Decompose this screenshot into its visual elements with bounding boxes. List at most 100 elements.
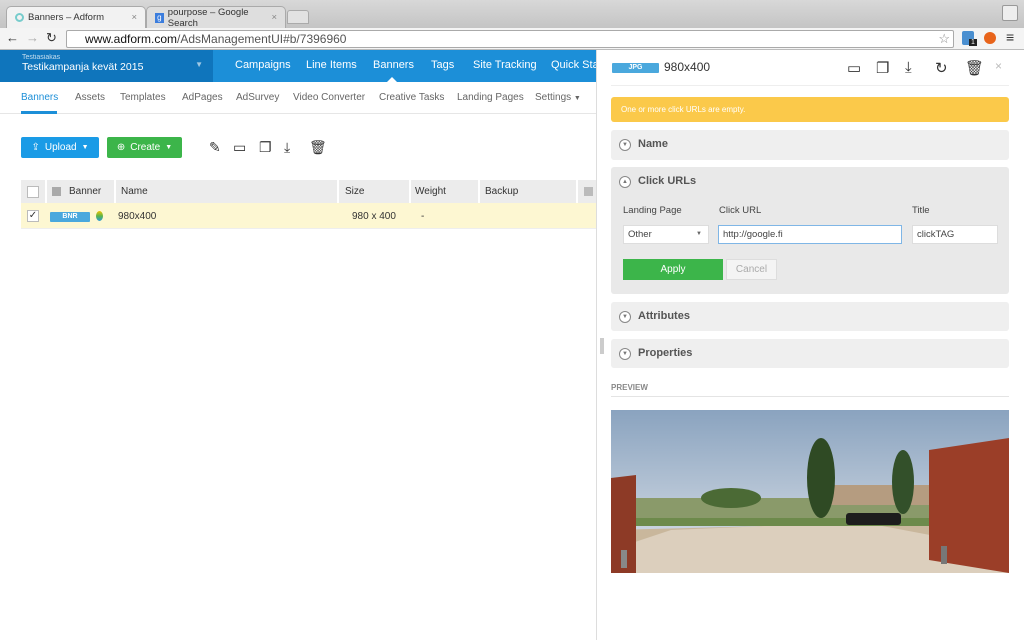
- trash-icon[interactable]: 🗑: [965, 59, 984, 77]
- settings-label: Settings: [535, 92, 572, 103]
- landing-page-value: Other: [628, 229, 652, 240]
- collapse-icon[interactable]: ▲: [619, 176, 631, 188]
- column-banner[interactable]: Banner: [69, 186, 101, 197]
- subnav-creative-tasks[interactable]: Creative Tasks: [379, 92, 444, 103]
- file-type-badge: JPG: [612, 63, 659, 73]
- sub-navigation: Banners Assets Templates AdPages AdSurve…: [0, 82, 597, 114]
- create-label: Create: [130, 142, 161, 153]
- subnav-adpages[interactable]: AdPages: [182, 92, 223, 103]
- download-icon[interactable]: ⤓: [905, 59, 912, 76]
- forward-icon[interactable]: →: [26, 30, 39, 45]
- select-all-checkbox[interactable]: [27, 186, 39, 198]
- close-panel-button[interactable]: ×: [995, 59, 1002, 73]
- tab-title: pourpose – Google Search: [167, 6, 249, 29]
- menu-icon[interactable]: ≡: [1006, 29, 1014, 45]
- nav-line-items[interactable]: Line Items: [306, 59, 357, 71]
- plus-circle-icon: ⊕: [116, 142, 126, 153]
- section-name[interactable]: ▼ Name: [611, 130, 1009, 160]
- column-backup[interactable]: Backup: [485, 186, 518, 197]
- subnav-adsurvey[interactable]: AdSurvey: [236, 92, 279, 103]
- refresh-icon[interactable]: ↻: [935, 59, 948, 77]
- nav-quick-stats[interactable]: Quick Stat: [551, 59, 602, 71]
- landing-page-select[interactable]: Other ▼: [623, 225, 709, 244]
- chevron-down-icon: ▼: [696, 231, 702, 237]
- status-icon: [96, 211, 103, 221]
- campaign-selector[interactable]: Testiasiakas Testikampanja kevät 2015 ▼: [0, 50, 213, 82]
- collapse-icon[interactable]: [52, 187, 61, 196]
- column-weight[interactable]: Weight: [415, 186, 446, 197]
- google-icon: g: [155, 12, 164, 23]
- section-click-urls: ▲ Click URLs Landing Page Click URL Title…: [611, 167, 1009, 294]
- url-input[interactable]: www.adform.com/AdsManagementUI#b/7396960…: [66, 30, 954, 48]
- chevron-down-icon: ▼: [195, 60, 203, 69]
- browser-tab-adform[interactable]: Banners – Adform ×: [6, 6, 146, 28]
- nav-tags[interactable]: Tags: [431, 59, 454, 71]
- extension-badge: 1: [969, 39, 977, 46]
- divider: [478, 180, 480, 203]
- divider: [45, 180, 47, 203]
- table-header: Banner Name Size Weight Backup: [21, 180, 597, 203]
- preview-label: PREVIEW: [611, 383, 648, 392]
- cancel-button[interactable]: Cancel: [726, 259, 777, 280]
- browser-tab-google[interactable]: g pourpose – Google Search ×: [146, 6, 286, 29]
- reload-icon[interactable]: ↻: [46, 30, 57, 46]
- back-icon[interactable]: ←: [6, 30, 19, 45]
- subnav-settings[interactable]: Settings ▼: [535, 92, 581, 103]
- click-url-input[interactable]: http://google.fi: [718, 225, 902, 244]
- upload-button[interactable]: ⇪ Upload ▼: [21, 137, 99, 158]
- preview-monitor-icon[interactable]: ▭: [847, 59, 861, 77]
- expand-icon: ▼: [619, 311, 631, 323]
- apply-button[interactable]: Apply: [623, 259, 723, 280]
- expand-icon: ▼: [619, 348, 631, 360]
- nav-banners[interactable]: Banners: [373, 59, 414, 71]
- section-title: Name: [638, 138, 668, 150]
- banner-preview-image: [611, 410, 1009, 573]
- nav-campaigns[interactable]: Campaigns: [235, 59, 291, 71]
- divider: [611, 396, 1009, 397]
- bookmark-star-icon[interactable]: ☆: [938, 31, 950, 46]
- user-profile-icon[interactable]: [1002, 5, 1018, 21]
- chevron-down-icon: ▼: [573, 95, 581, 102]
- trash-icon[interactable]: 🗑: [309, 139, 327, 156]
- row-checkbox[interactable]: ✓: [27, 210, 39, 222]
- banner-detail-panel: JPG 980x400 ▭ ❐ ⤓ ↻ 🗑 × One or more clic…: [597, 50, 1024, 640]
- new-tab-button[interactable]: [287, 10, 309, 24]
- download-icon[interactable]: ⤓: [284, 139, 290, 156]
- copy-icon[interactable]: ❐: [876, 59, 889, 77]
- table-row[interactable]: ✓ BNR 980x400 980 x 400 -: [21, 203, 597, 229]
- subnav-landing-pages[interactable]: Landing Pages: [457, 92, 524, 103]
- create-button[interactable]: ⊕ Create ▼: [107, 137, 182, 158]
- section-title[interactable]: Click URLs: [638, 175, 696, 187]
- subnav-banners[interactable]: Banners: [21, 92, 58, 103]
- copy-icon[interactable]: ❐: [259, 139, 272, 156]
- tab-title: Banners – Adform: [28, 12, 105, 23]
- panel-title: 980x400: [664, 60, 711, 74]
- divider: [337, 180, 339, 203]
- chevron-down-icon: ▼: [81, 144, 89, 151]
- subnav-video-converter[interactable]: Video Converter: [293, 92, 365, 103]
- edit-icon[interactable]: ✎: [209, 139, 221, 156]
- title-input[interactable]: clickTAG: [912, 225, 998, 244]
- subnav-assets[interactable]: Assets: [75, 92, 105, 103]
- banner-name[interactable]: 980x400: [118, 211, 156, 222]
- browser-tab-bar: Banners – Adform × g pourpose – Google S…: [0, 0, 1024, 29]
- column-menu-icon[interactable]: [584, 187, 593, 196]
- nav-site-tracking[interactable]: Site Tracking: [473, 59, 537, 71]
- section-properties[interactable]: ▼ Properties: [611, 339, 1009, 368]
- close-tab-icon[interactable]: ×: [131, 12, 137, 23]
- firefox-extension-icon[interactable]: [984, 32, 996, 44]
- loading-icon: [15, 13, 24, 22]
- subnav-templates[interactable]: Templates: [120, 92, 166, 103]
- url-path: /AdsManagementUI#b/7396960: [177, 32, 347, 46]
- upload-label: Upload: [44, 142, 77, 153]
- chevron-down-icon: ▼: [165, 144, 173, 151]
- column-size[interactable]: Size: [345, 186, 364, 197]
- banner-size: 980 x 400: [352, 211, 396, 222]
- section-attributes[interactable]: ▼ Attributes: [611, 302, 1009, 331]
- address-bar-row: ← → ↻ www.adform.com/AdsManagementUI#b/7…: [0, 28, 1024, 50]
- upload-icon: ⇪: [31, 142, 40, 153]
- monitor-icon[interactable]: ▭: [233, 139, 246, 156]
- resize-handle[interactable]: [600, 338, 604, 354]
- column-name[interactable]: Name: [121, 186, 148, 197]
- close-tab-icon[interactable]: ×: [271, 12, 277, 23]
